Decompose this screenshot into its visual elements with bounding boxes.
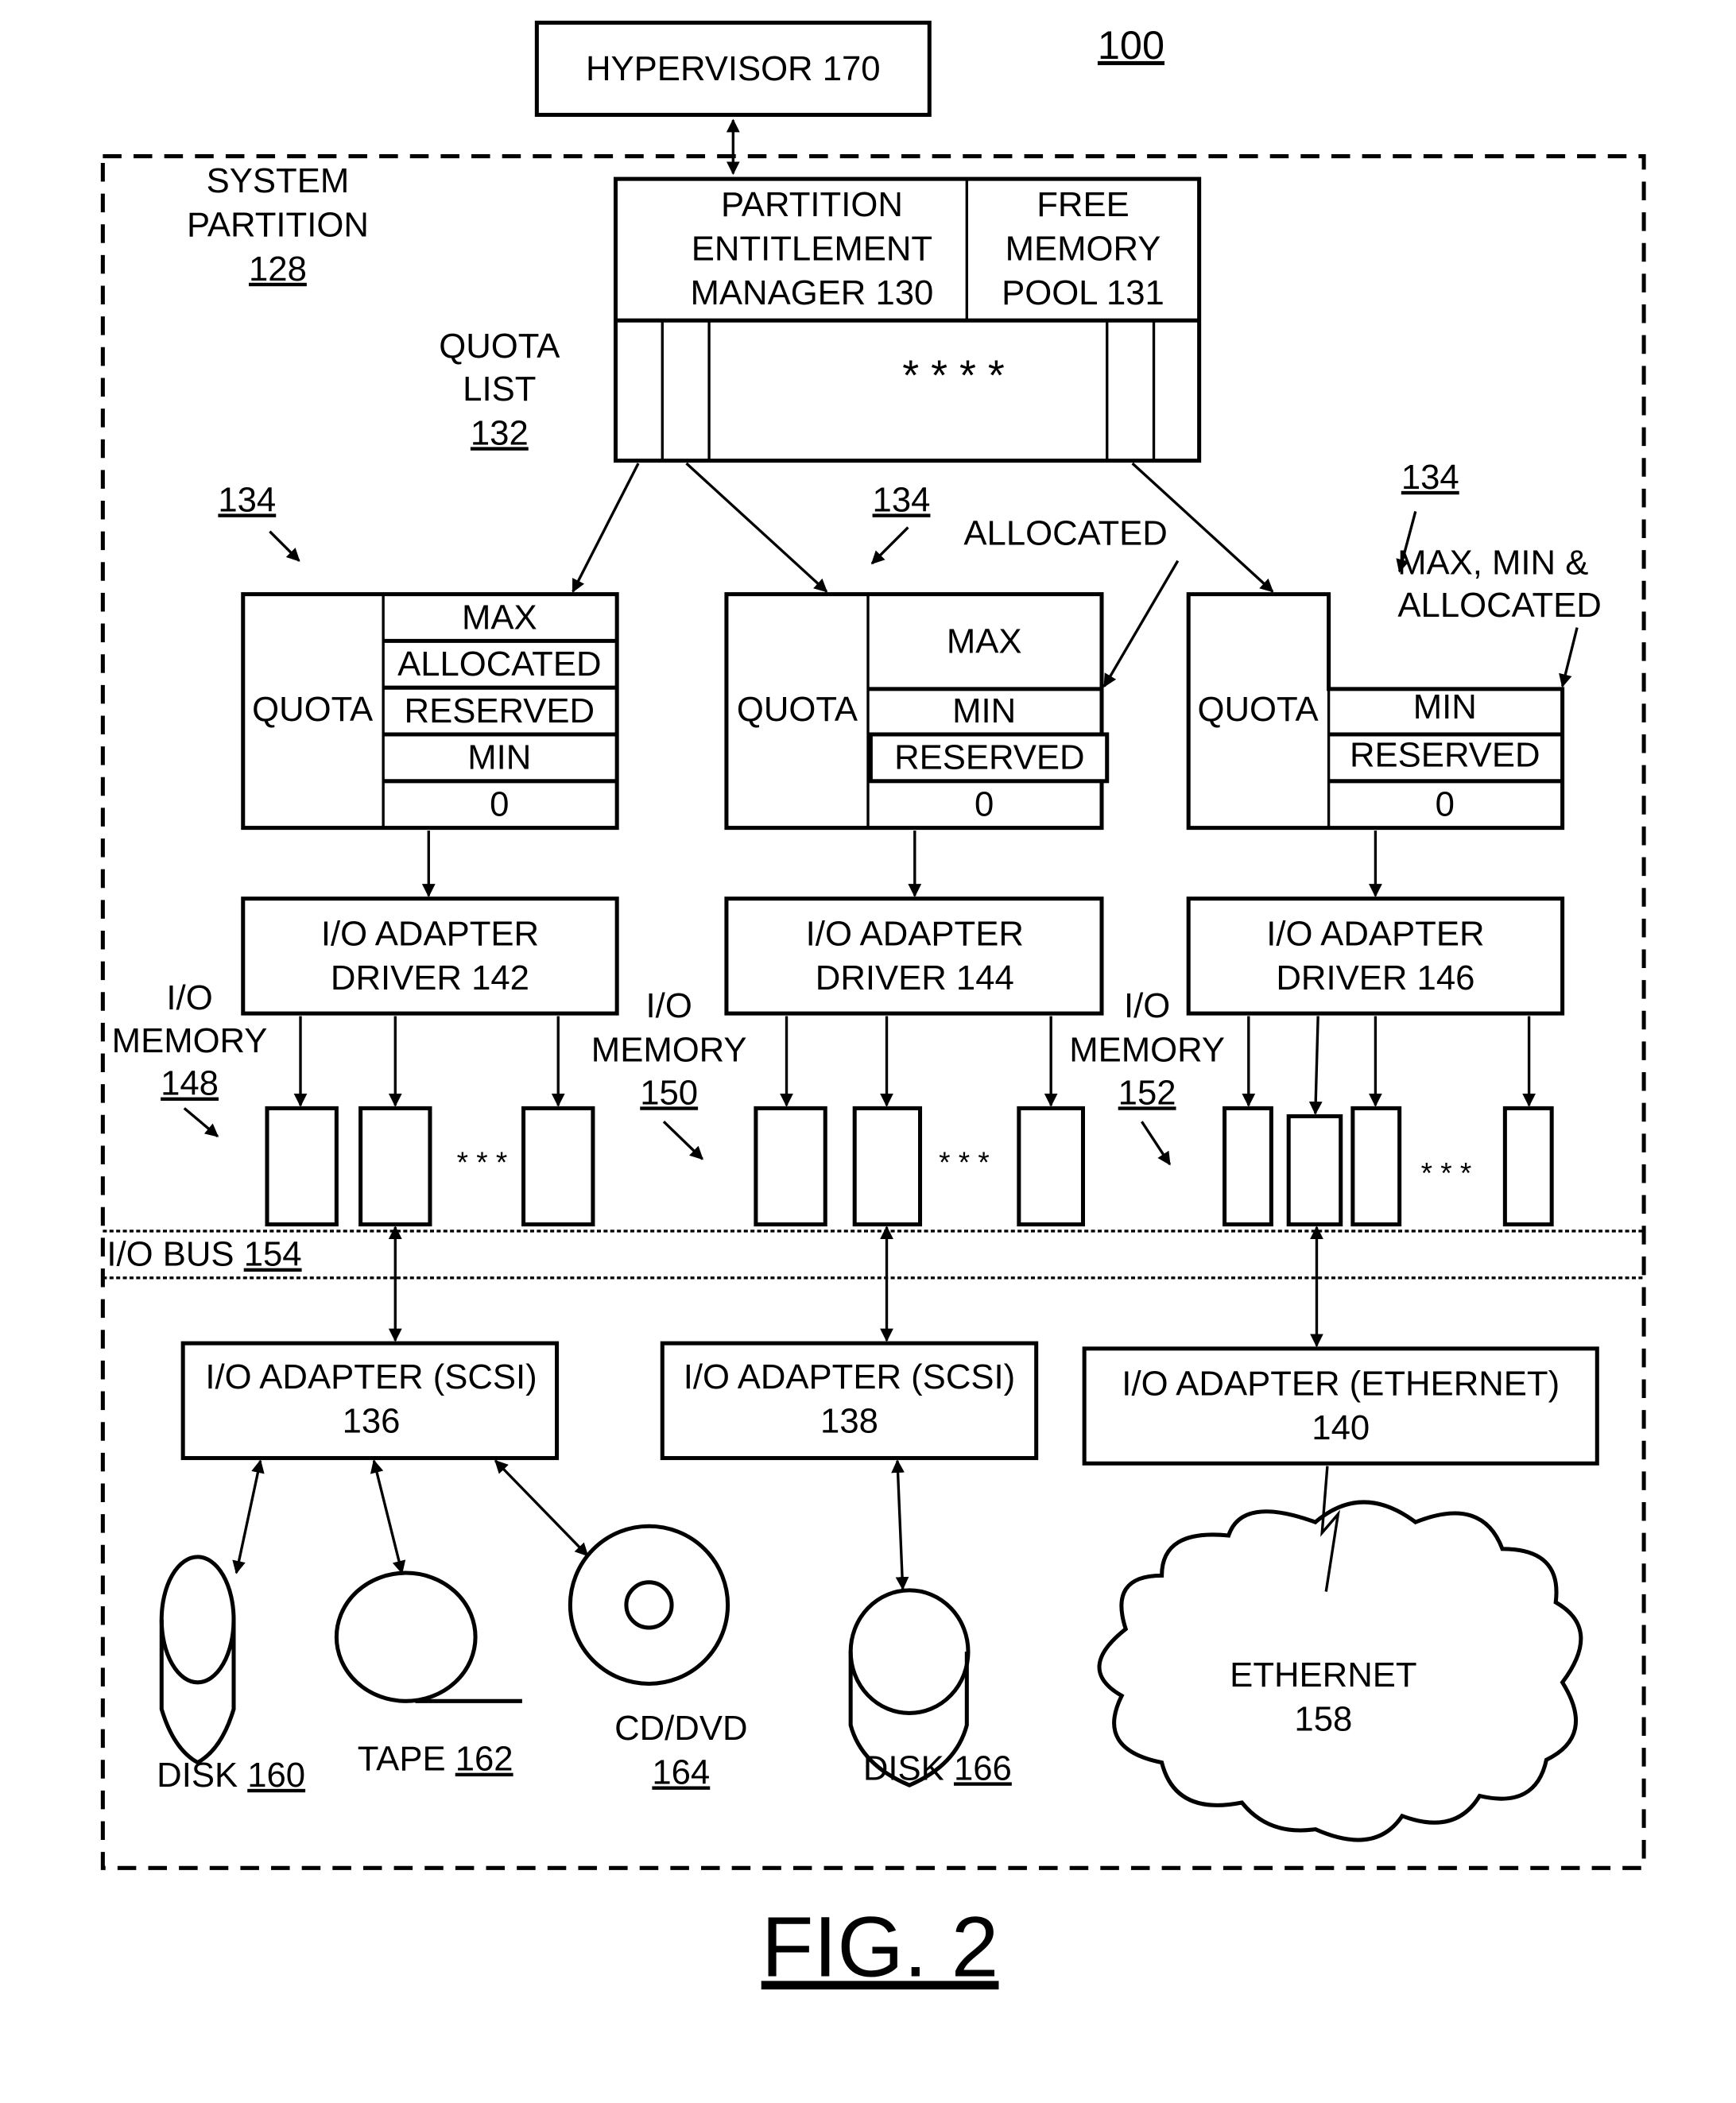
adapter-136: I/O ADAPTER (SCSI) 136	[180, 1341, 560, 1461]
ethernet-link	[1320, 1466, 1340, 1592]
quota-ref-2: 134	[873, 480, 931, 519]
memory-buffer	[521, 1106, 595, 1227]
cd-dvd-164-ref: 164	[652, 1752, 710, 1791]
quota-list-ref: 132	[471, 413, 529, 452]
io-memory-150-label: I/O	[646, 986, 692, 1025]
pem-line1: PARTITION	[721, 185, 903, 224]
quota-title: QUOTA	[1198, 690, 1319, 729]
adapter-138: I/O ADAPTER (SCSI) 138	[660, 1341, 1039, 1461]
quota-list-ellipsis: * * * *	[902, 352, 1005, 400]
io-memory-150-label-2: MEMORY	[591, 1031, 747, 1070]
quota-row: RESERVED	[894, 738, 1084, 777]
memory-buffer	[1350, 1106, 1402, 1227]
quota-row: MAX	[947, 622, 1022, 661]
memory-buffer	[1017, 1106, 1085, 1227]
disk-160-icon	[159, 1555, 236, 1765]
memory-buffer	[1502, 1106, 1554, 1227]
memory-buffer	[1223, 1106, 1273, 1227]
io-bus: I/O BUS 154	[103, 1230, 1645, 1280]
adapter-label: 140	[1312, 1408, 1370, 1447]
driver-144: I/O ADAPTER DRIVER 144	[724, 897, 1104, 1016]
buffer-ellipsis: * * *	[1421, 1156, 1472, 1189]
io-memory-buffers-148: * * *	[265, 1016, 595, 1227]
max-min-allocated-annotation: MAX, MIN &	[1397, 543, 1588, 582]
ethernet-158-label: ETHERNET	[1230, 1656, 1416, 1694]
driver-label: DRIVER 142	[331, 959, 529, 997]
system-partition-label: SYSTEM	[207, 161, 350, 200]
hypervisor-label: HYPERVISOR 170	[586, 49, 881, 88]
quota-list-label-2: LIST	[463, 370, 536, 409]
disk-160-label: DISK 160	[157, 1756, 305, 1795]
io-memory-152-ref: 152	[1118, 1073, 1176, 1112]
hypervisor-box: HYPERVISOR 170	[534, 21, 932, 117]
memory-buffer	[1286, 1113, 1343, 1227]
quota-row: 0	[975, 784, 994, 823]
partition-entitlement-manager: PARTITION ENTITLEMENT MANAGER 130 FREE M…	[613, 176, 1202, 463]
memory-buffer	[265, 1106, 339, 1227]
buffer-ellipsis: * * *	[939, 1146, 990, 1179]
quota-title: QUOTA	[252, 690, 374, 729]
adapter-label: 138	[820, 1402, 878, 1441]
disk-166-label: DISK 166	[863, 1749, 1012, 1787]
system-partition-label-2: PARTITION	[187, 205, 369, 244]
driver-label: DRIVER 144	[816, 959, 1014, 997]
tape-162-icon	[334, 1570, 522, 1703]
quota-row: MIN	[1413, 687, 1477, 726]
adapter-140: I/O ADAPTER (ETHERNET) 140	[1082, 1346, 1599, 1466]
io-memory-buffers-150: * * *	[754, 1016, 1085, 1227]
io-memory-148-label: I/O	[166, 978, 212, 1017]
quota-block-3: QUOTA MIN RESERVED 0	[1186, 592, 1565, 831]
allocated-annotation: ALLOCATED	[963, 513, 1167, 552]
io-memory-148-ref: 148	[161, 1064, 219, 1103]
adapter-label: I/O ADAPTER (ETHERNET)	[1122, 1365, 1560, 1404]
adapter-label: 136	[343, 1402, 401, 1441]
quota-block-2: QUOTA MAX MIN RESERVED 0	[724, 592, 1110, 831]
io-memory-150-ref: 150	[640, 1073, 698, 1112]
cd-dvd-164-icon	[568, 1524, 730, 1686]
quota-row: 0	[490, 784, 509, 823]
memory-buffer	[358, 1106, 432, 1227]
buffer-ellipsis: * * *	[457, 1146, 508, 1179]
driver-label: DRIVER 146	[1276, 959, 1474, 997]
pem-line3: MANAGER 130	[691, 273, 934, 312]
free-pool-line3: POOL 131	[1002, 273, 1164, 312]
quota-ref-1: 134	[218, 480, 276, 519]
adapter-label: I/O ADAPTER (SCSI)	[684, 1357, 1015, 1396]
driver-label: I/O ADAPTER	[806, 914, 1024, 953]
pem-line2: ENTITLEMENT	[692, 230, 932, 269]
quota-ref-3: 134	[1401, 458, 1459, 497]
quota-title: QUOTA	[737, 690, 858, 729]
max-min-allocated-annotation-2: ALLOCATED	[1397, 586, 1601, 625]
quota-row: ALLOCATED	[397, 645, 601, 684]
free-pool-line2: MEMORY	[1006, 230, 1161, 269]
io-memory-152-label-2: MEMORY	[1069, 1031, 1225, 1070]
io-memory-148-label-2: MEMORY	[112, 1021, 268, 1060]
driver-label: I/O ADAPTER	[1266, 914, 1484, 953]
quota-block-1: QUOTA MAX ALLOCATED RESERVED MIN 0	[241, 592, 619, 831]
figure-number: 100	[1098, 22, 1164, 68]
quota-row: MIN	[467, 738, 531, 777]
io-memory-buffers-152: * * *	[1223, 1016, 1554, 1227]
diagram-canvas: 100 HYPERVISOR 170 SYSTEM PARTITION 128 …	[100, 21, 1646, 1994]
quota-row: 0	[1436, 784, 1455, 823]
memory-buffer	[852, 1106, 923, 1227]
tape-162-label: TAPE 162	[358, 1740, 513, 1779]
adapter-label: I/O ADAPTER (SCSI)	[205, 1357, 537, 1396]
driver-142: I/O ADAPTER DRIVER 142	[241, 897, 619, 1016]
figure-caption: FIG. 2	[761, 1899, 999, 1994]
driver-label: I/O ADAPTER	[321, 914, 539, 953]
system-partition-ref: 128	[249, 250, 307, 289]
quota-list-label: QUOTA	[439, 327, 560, 366]
free-pool-line1: FREE	[1037, 185, 1129, 224]
quota-row: MAX	[462, 598, 537, 637]
quota-row: RESERVED	[1350, 735, 1540, 774]
io-bus-label: I/O BUS 154	[107, 1235, 301, 1274]
quota-row: MIN	[952, 691, 1016, 730]
driver-146: I/O ADAPTER DRIVER 146	[1186, 897, 1565, 1016]
io-memory-152-label: I/O	[1124, 986, 1170, 1025]
ethernet-158-ref: 158	[1294, 1699, 1352, 1738]
quota-row: RESERVED	[405, 691, 595, 730]
cd-dvd-164-label: CD/DVD	[614, 1709, 747, 1748]
memory-buffer	[754, 1106, 827, 1227]
